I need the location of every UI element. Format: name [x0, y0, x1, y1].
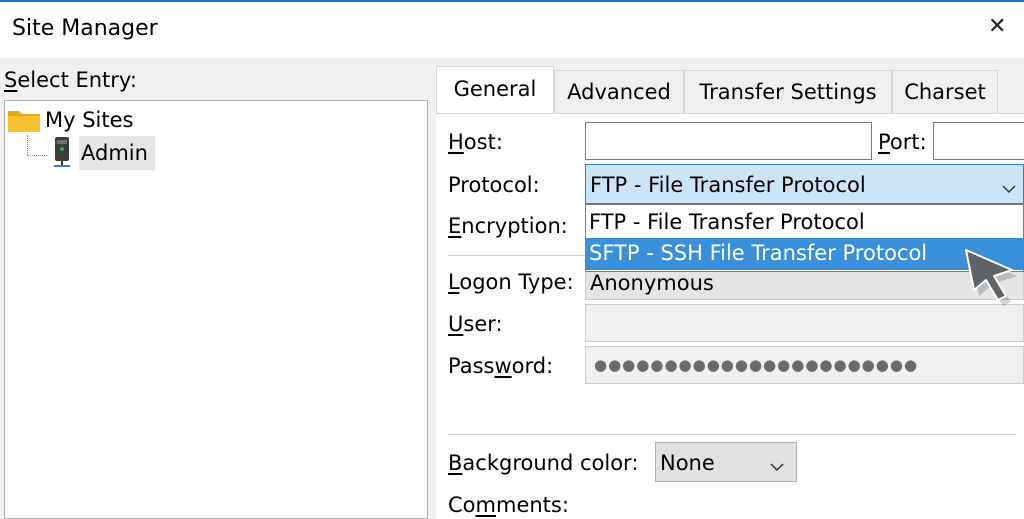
section-divider-2 — [448, 434, 1016, 435]
encryption-label: Encryption: — [448, 214, 568, 238]
folder-icon — [7, 107, 41, 133]
host-mnemonic: H — [448, 130, 464, 154]
logon-type-label-rest: ogon Type: — [459, 270, 574, 294]
protocol-option-ftp[interactable]: FTP - File Transfer Protocol — [586, 206, 1023, 238]
user-input[interactable] — [585, 304, 1024, 342]
tree-connector-vertical — [27, 135, 29, 155]
encryption-label-rest: ncryption: — [461, 214, 568, 238]
logon-type-value: Anonymous — [590, 271, 714, 295]
background-color-mnemonic: B — [448, 451, 463, 475]
password-value: ●●●●●●●●●●●●●●●●●●●●●●● — [594, 356, 919, 374]
user-mnemonic: U — [448, 312, 464, 336]
tree-item-my-sites[interactable]: My Sites — [45, 108, 133, 132]
close-icon[interactable]: ✕ — [988, 14, 1006, 39]
chevron-down-icon — [1002, 179, 1016, 198]
select-entry-mnemonic: S — [4, 68, 18, 92]
protocol-select-value: FTP - File Transfer Protocol — [590, 173, 866, 197]
protocol-label: Protocol: — [448, 173, 540, 197]
logon-type-mnemonic: L — [448, 270, 460, 294]
select-entry-label: Select Entry: — [4, 68, 137, 92]
tab-general[interactable]: General — [436, 66, 554, 114]
port-label-rest: ort: — [889, 130, 927, 154]
server-icon — [51, 136, 73, 168]
tab-charset[interactable]: Charset — [892, 70, 998, 113]
mouse-pointer-icon — [958, 244, 1020, 308]
port-input[interactable] — [933, 122, 1024, 160]
comments-label-rest: ments: — [495, 493, 569, 517]
background-color-value: None — [660, 451, 715, 475]
password-label-pre: Pass — [448, 354, 495, 378]
user-label: User: — [448, 312, 503, 336]
password-input[interactable]: ●●●●●●●●●●●●●●●●●●●●●●● — [585, 346, 1024, 384]
select-entry-rest: elect Entry: — [17, 68, 137, 92]
host-input[interactable] — [585, 122, 872, 160]
password-label-rest: ord: — [511, 354, 554, 378]
password-label: Password: — [448, 354, 553, 378]
logon-type-label: Logon Type: — [448, 270, 574, 294]
background-color-label: Background color: — [448, 451, 638, 475]
background-color-select[interactable]: None — [655, 442, 797, 482]
protocol-select[interactable]: FTP - File Transfer Protocol — [585, 164, 1024, 204]
site-tree[interactable]: My Sites Admin — [4, 100, 428, 519]
port-mnemonic: P — [878, 130, 890, 154]
tree-item-admin[interactable]: Admin — [81, 141, 148, 165]
tab-transfer-settings[interactable]: Transfer Settings — [684, 70, 892, 113]
port-label: Port: — [878, 130, 927, 154]
user-label-rest: ser: — [463, 312, 503, 336]
comments-label-pre: Co — [448, 493, 476, 517]
encryption-mnemonic: E — [448, 214, 462, 238]
chevron-down-icon — [770, 457, 784, 476]
title-bar: Site Manager ✕ — [0, 2, 1024, 58]
host-label-rest: ost: — [463, 130, 503, 154]
password-mnemonic: w — [494, 354, 512, 378]
tab-advanced[interactable]: Advanced — [554, 70, 684, 113]
window-title: Site Manager — [12, 16, 158, 41]
comments-label: Comments: — [448, 493, 569, 517]
host-label: Host: — [448, 130, 503, 154]
comments-mnemonic: m — [475, 493, 496, 517]
tree-connector-horizontal — [27, 155, 47, 157]
background-color-label-rest: ackground color: — [462, 451, 639, 475]
